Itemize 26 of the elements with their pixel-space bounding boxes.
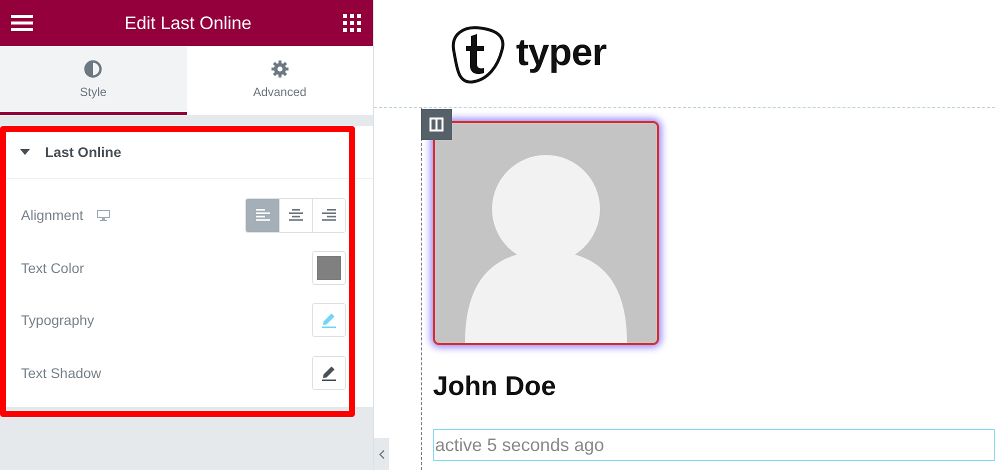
last-online-text: active 5 seconds ago [433,429,995,461]
align-button[interactable] [312,198,345,232]
align-center-icon [289,209,303,222]
pencil-icon [321,312,337,328]
align-left-icon [256,209,270,222]
collapse-handle[interactable] [374,438,389,470]
color-picker[interactable] [312,250,346,285]
panel-title: Edit Last Online [124,12,252,34]
contrast-icon [84,60,102,78]
control-label: Alignment [21,207,84,224]
grid-icon[interactable] [342,14,361,32]
control-label: Text Shadow [21,364,102,381]
panel-tab[interactable]: Advanced [186,46,373,115]
pencil-icon [321,364,337,381]
column-icon[interactable] [421,109,452,140]
user-name: John Doe [433,371,558,402]
chevron-left-icon [378,450,384,458]
menu-icon[interactable] [11,15,33,31]
section-header[interactable]: Last Online [0,126,373,179]
logo-text: typer [516,32,606,75]
caret-icon [20,149,30,155]
panel-tab[interactable]: Style [0,46,186,115]
control-label: Text Color [21,260,84,276]
align-right-icon [322,209,336,222]
control-label: Typography [21,312,94,328]
edit-button[interactable] [312,356,346,390]
